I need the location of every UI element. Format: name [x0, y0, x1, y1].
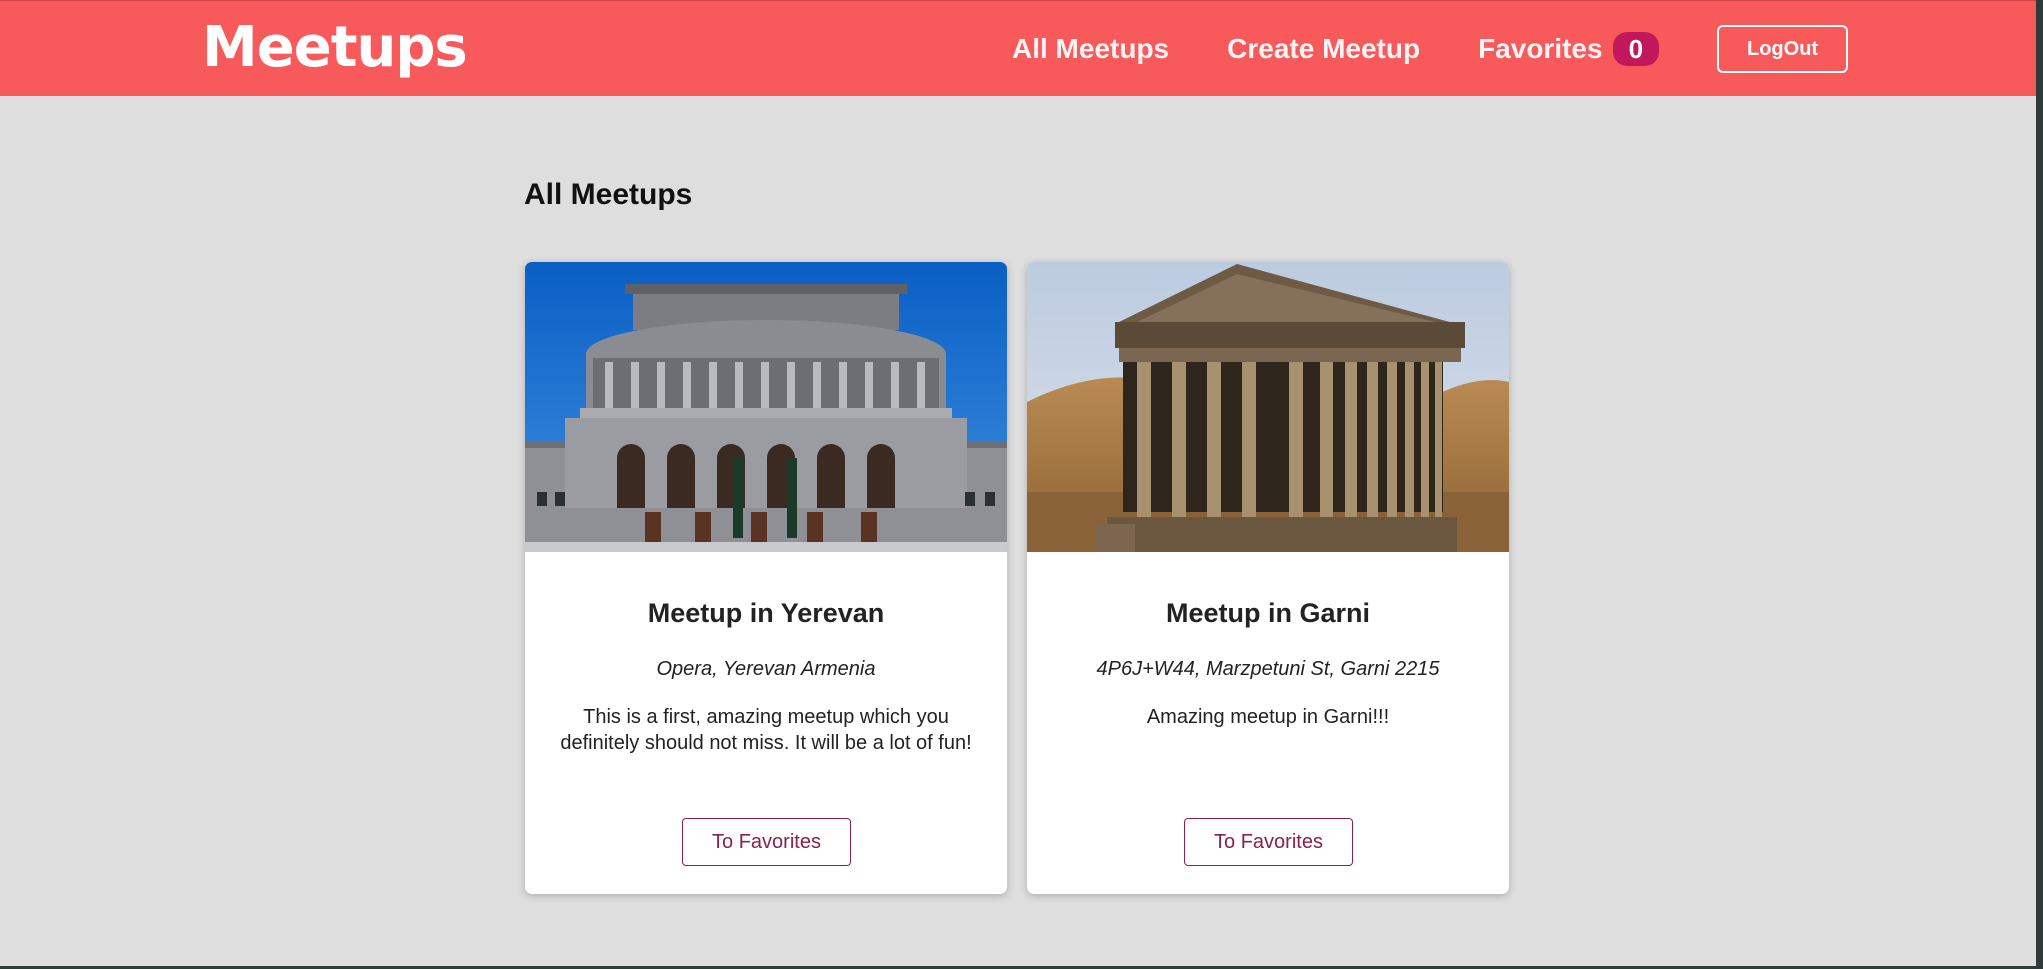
- meetup-title: Meetup in Yerevan: [647, 598, 885, 628]
- vertical-scrollbar[interactable]: [2036, 0, 2043, 969]
- to-favorites-button[interactable]: To Favorites: [682, 818, 851, 866]
- meetup-card: Meetup in Garni 4P6J+W44, Marzpetuni St,…: [1027, 262, 1509, 894]
- meetup-title: Meetup in Garni: [1165, 598, 1371, 628]
- meetup-image-yerevan-opera: [525, 262, 1007, 552]
- main-header: Meetups All Meetups Create Meetup Favori…: [0, 0, 2036, 96]
- logo[interactable]: Meetups: [202, 13, 468, 83]
- to-favorites-button[interactable]: To Favorites: [1184, 818, 1353, 866]
- app-viewport: Meetups All Meetups Create Meetup Favori…: [0, 0, 2036, 966]
- meetup-address: Opera, Yerevan Armenia: [656, 658, 876, 680]
- nav-create-meetup[interactable]: Create Meetup: [1227, 33, 1420, 65]
- nav-favorites[interactable]: Favorites: [1478, 33, 1603, 65]
- meetup-address: 4P6J+W44, Marzpetuni St, Garni 2215: [1096, 658, 1440, 680]
- nav-all-meetups[interactable]: All Meetups: [1012, 33, 1169, 65]
- favorites-count-badge: 0: [1612, 32, 1660, 66]
- meetup-description: Amazing meetup in Garni!!!: [1146, 706, 1390, 728]
- main-navigation: All Meetups Create Meetup Favorites 0 Lo…: [1012, 1, 1849, 97]
- meetup-card: Meetup in Yerevan Opera, Yerevan Armenia…: [525, 262, 1007, 894]
- logout-button[interactable]: LogOut: [1717, 25, 1849, 73]
- nav-favorites-group[interactable]: Favorites 0: [1478, 32, 1660, 66]
- page-title: All Meetups: [524, 178, 693, 211]
- meetup-image-garni-temple: [1027, 262, 1509, 552]
- meetup-description: This is a first, amazing meetup which yo…: [560, 706, 972, 754]
